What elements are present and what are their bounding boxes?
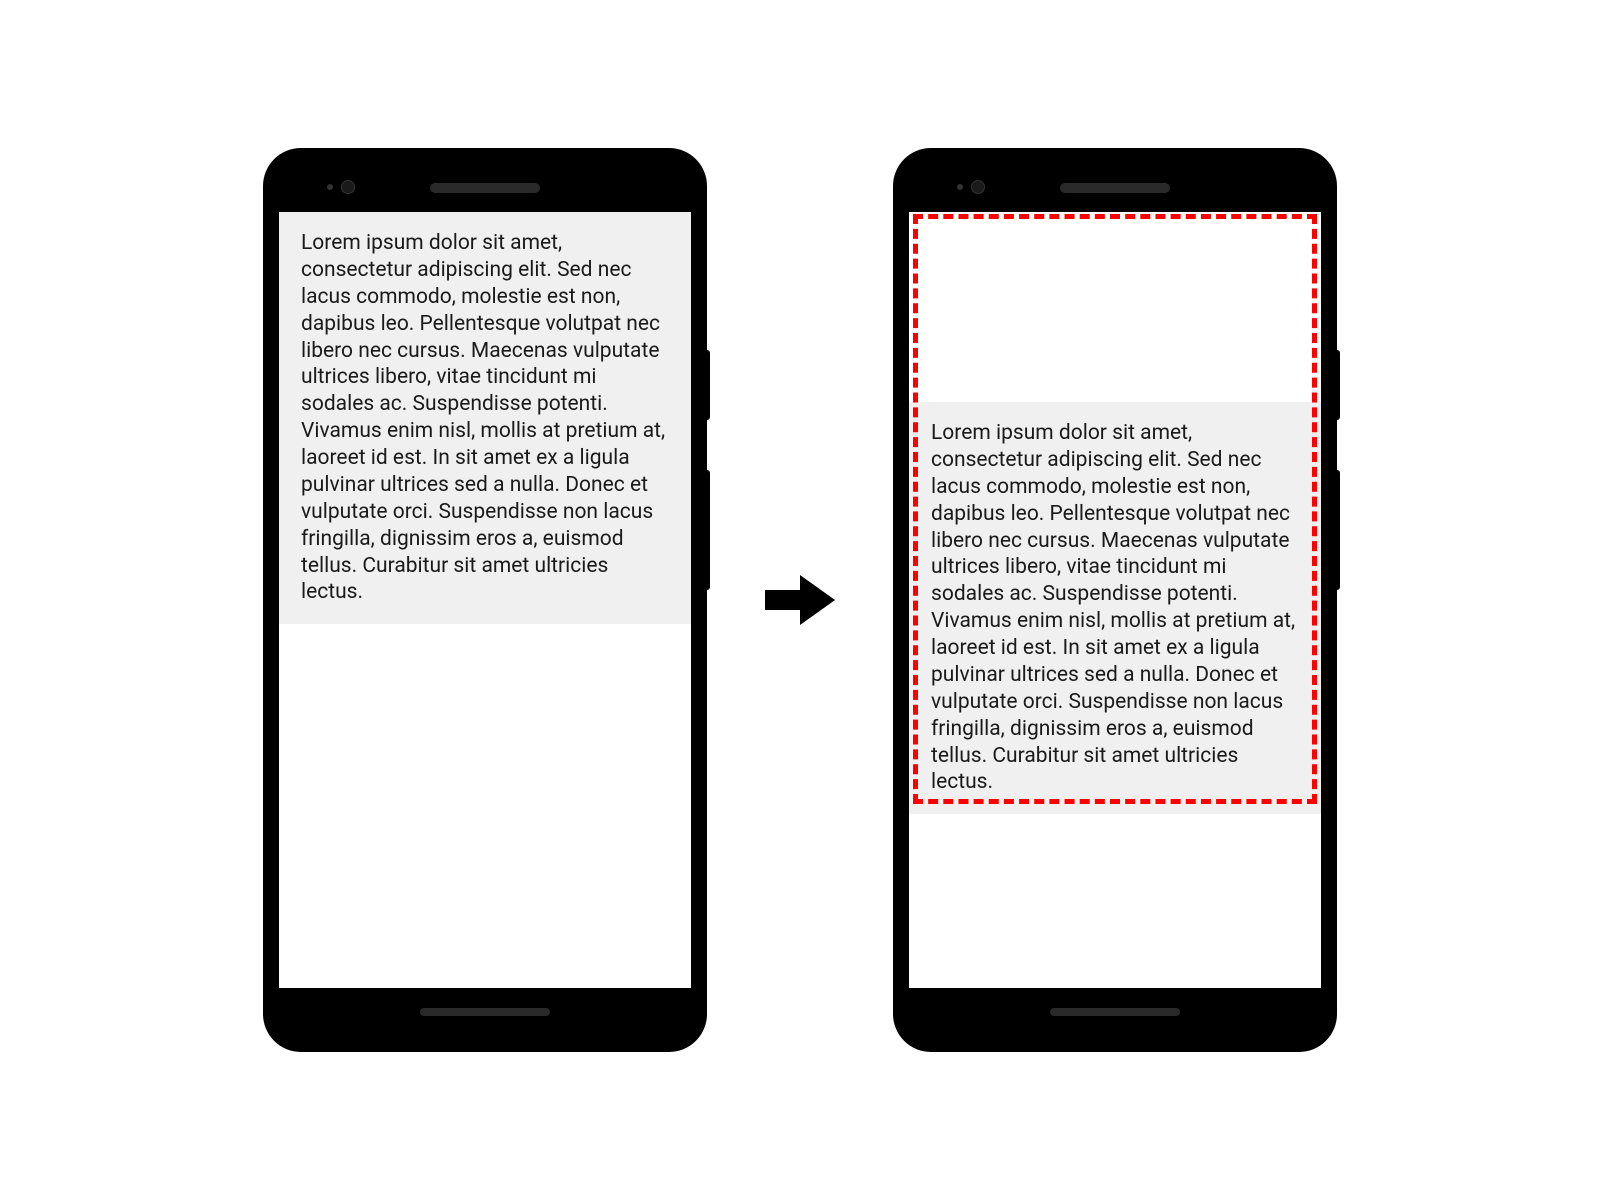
phone-bottom-bezel xyxy=(909,988,1321,1036)
sensor-dot-icon xyxy=(327,184,333,190)
phone-body: Lorem ipsum dolor sit amet, consectetur … xyxy=(909,164,1321,1036)
phone-sensors xyxy=(957,180,985,194)
phone-screen-after: Lorem ipsum dolor sit amet, consectetur … xyxy=(909,212,1321,988)
arrow-right-icon xyxy=(765,575,835,625)
camera-icon xyxy=(341,180,355,194)
phone-side-button xyxy=(705,470,710,590)
phone-mockup-after: Lorem ipsum dolor sit amet, consectetur … xyxy=(895,150,1335,1050)
bottom-speaker-icon xyxy=(420,1008,550,1016)
phone-body: Lorem ipsum dolor sit amet, consectetur … xyxy=(279,164,691,1036)
phone-mockup-before: Lorem ipsum dolor sit amet, consectetur … xyxy=(265,150,705,1050)
speaker-grille-icon xyxy=(430,183,540,193)
phone-top-bezel xyxy=(279,164,691,212)
bottom-speaker-icon xyxy=(1050,1008,1180,1016)
camera-icon xyxy=(971,180,985,194)
phone-side-button xyxy=(1335,470,1340,590)
content-text-block: Lorem ipsum dolor sit amet, consectetur … xyxy=(909,402,1321,814)
offset-spacer xyxy=(909,212,1321,402)
sensor-dot-icon xyxy=(957,184,963,190)
phone-screen-before: Lorem ipsum dolor sit amet, consectetur … xyxy=(279,212,691,988)
phone-side-button xyxy=(1335,350,1340,420)
phone-side-button xyxy=(705,350,710,420)
diagram-container: Lorem ipsum dolor sit amet, consectetur … xyxy=(0,0,1600,1200)
phone-bottom-bezel xyxy=(279,988,691,1036)
speaker-grille-icon xyxy=(1060,183,1170,193)
phone-sensors xyxy=(327,180,355,194)
content-text-block: Lorem ipsum dolor sit amet, consectetur … xyxy=(279,212,691,624)
phone-top-bezel xyxy=(909,164,1321,212)
